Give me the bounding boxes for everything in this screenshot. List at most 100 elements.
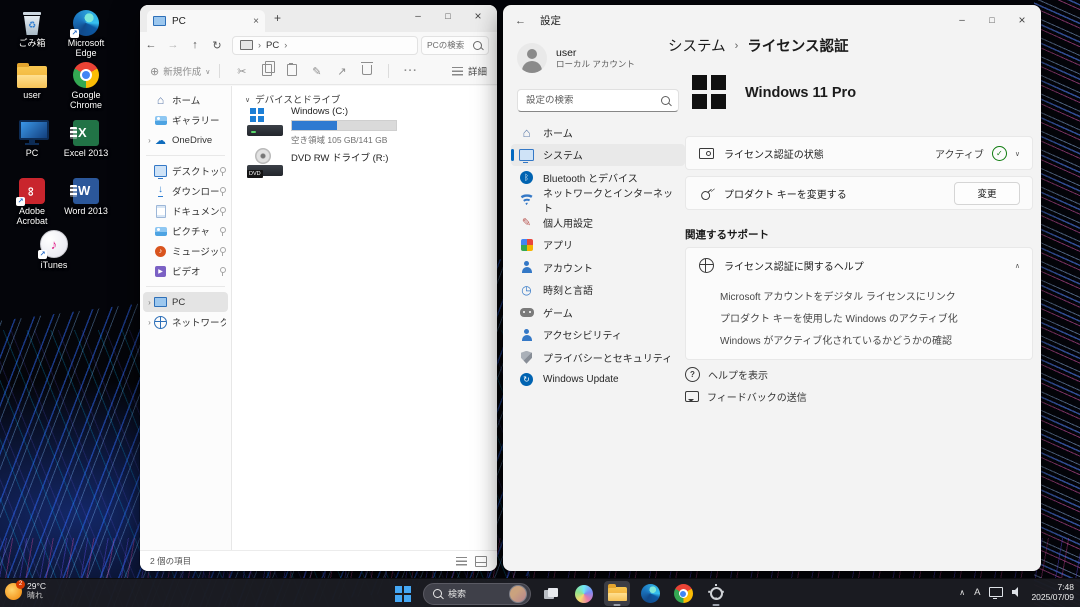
explorer-search-box[interactable] xyxy=(421,36,489,55)
edge-taskbar-button[interactable] xyxy=(637,581,663,606)
copy-button[interactable] xyxy=(254,64,279,79)
nav-item-personalization[interactable]: 個人用設定 xyxy=(511,211,685,234)
sidebar-item-downloads[interactable]: ダウンロード xyxy=(143,181,228,201)
paste-button[interactable] xyxy=(279,64,304,79)
back-button[interactable] xyxy=(515,15,526,27)
nav-item-accounts[interactable]: アカウント xyxy=(511,256,685,279)
nav-item-time-language[interactable]: 時刻と言語 xyxy=(511,279,685,302)
nav-item-home[interactable]: ホーム xyxy=(511,121,685,144)
minimize-button[interactable] xyxy=(947,9,977,31)
close-button[interactable] xyxy=(463,5,493,27)
explorer-search-input[interactable] xyxy=(427,40,473,50)
chevron-up-icon[interactable] xyxy=(1015,261,1020,270)
sidebar-item-home[interactable]: ホーム xyxy=(143,90,228,110)
breadcrumb[interactable]: PC xyxy=(232,36,418,55)
desktop-icon-itunes[interactable]: ♪ iTunes xyxy=(28,228,80,270)
sidebar-item-videos[interactable]: ビデオ xyxy=(143,261,228,281)
expand-chevron-icon[interactable] xyxy=(145,136,154,145)
taskbar-clock[interactable]: 7:48 2025/07/09 xyxy=(1031,582,1074,602)
breadcrumb-segment[interactable]: PC xyxy=(266,40,279,51)
start-button[interactable] xyxy=(390,581,416,606)
new-tab-button[interactable] xyxy=(274,11,281,25)
back-button[interactable] xyxy=(140,39,162,51)
dvd-drive-item[interactable]: DVD RW ドライブ (R:) xyxy=(291,150,388,164)
desktop-icon-user-folder[interactable]: user xyxy=(6,58,58,100)
change-product-key-button[interactable]: 変更 xyxy=(954,182,1020,205)
send-feedback-link[interactable]: フィードバックの送信 xyxy=(685,389,807,404)
share-button[interactable] xyxy=(329,65,354,78)
desktop-icon-chrome[interactable]: Google Chrome xyxy=(60,58,112,110)
expand-chevron-icon[interactable] xyxy=(145,318,154,327)
nav-item-privacy-security[interactable]: プライバシーとセキュリティ xyxy=(511,346,685,369)
chrome-taskbar-button[interactable] xyxy=(670,581,696,606)
thumbnail-view-toggle[interactable] xyxy=(475,556,487,567)
list-view-toggle[interactable] xyxy=(456,557,467,566)
nav-item-accessibility[interactable]: アクセシビリティ xyxy=(511,324,685,347)
desktop-icon-excel[interactable]: X Excel 2013 xyxy=(60,116,112,158)
maximize-button[interactable] xyxy=(977,9,1007,31)
hidden-icons-chevron[interactable] xyxy=(959,588,965,597)
breadcrumb-system[interactable]: システム xyxy=(668,35,726,56)
nav-item-apps[interactable]: アプリ xyxy=(511,234,685,257)
settings-taskbar-button[interactable] xyxy=(703,581,729,606)
user-account-block[interactable]: user ローカル アカウント xyxy=(517,43,635,73)
settings-search-box[interactable] xyxy=(517,89,679,112)
taskbar-weather-widget[interactable]: 2 29°C 晴れ xyxy=(5,582,46,600)
get-help-link[interactable]: ヘルプを表示 xyxy=(685,367,768,382)
help-link-check-activation[interactable]: Windows がアクティブ化されているかどうかの確認 xyxy=(720,332,1020,347)
up-button[interactable] xyxy=(184,39,206,51)
update-icon xyxy=(519,372,534,387)
desktop-icon-acrobat[interactable]: ∞ Adobe Acrobat xyxy=(6,174,58,226)
nav-item-gaming[interactable]: ゲーム xyxy=(511,301,685,324)
pin-icon xyxy=(219,187,226,196)
desktop-icon-pc[interactable]: PC xyxy=(6,116,58,158)
ime-indicator[interactable]: A xyxy=(974,587,980,598)
desktop-icon-word[interactable]: W Word 2013 xyxy=(60,174,112,216)
help-link-product-key-activation[interactable]: プロダクト キーを使用した Windows のアクティブ化 xyxy=(720,310,1020,325)
view-details-button[interactable]: 詳細 xyxy=(452,64,487,78)
new-item-button[interactable]: 新規作成 xyxy=(150,64,210,78)
sidebar-item-network[interactable]: ネットワーク xyxy=(143,312,228,332)
more-options-button[interactable] xyxy=(398,65,423,77)
sidebar-item-pc[interactable]: PC xyxy=(143,292,228,312)
home-icon xyxy=(519,125,534,140)
task-view-button[interactable] xyxy=(538,581,564,606)
sidebar-item-desktop[interactable]: デスクトップ xyxy=(143,161,228,181)
file-explorer-taskbar-button[interactable] xyxy=(604,581,630,606)
desktop-icon-edge[interactable]: Microsoft Edge xyxy=(60,6,112,58)
forward-button[interactable] xyxy=(162,39,184,51)
chevron-down-icon[interactable] xyxy=(1015,149,1020,158)
maximize-button[interactable] xyxy=(433,5,463,27)
rename-button[interactable] xyxy=(304,65,329,78)
taskbar-search[interactable]: 検索 xyxy=(423,583,531,605)
sidebar-item-pictures[interactable]: ピクチャ xyxy=(143,221,228,241)
expand-chevron-icon[interactable] xyxy=(145,298,154,307)
sidebar-item-gallery[interactable]: ギャラリー xyxy=(143,110,228,130)
sidebar-item-onedrive[interactable]: OneDrive xyxy=(143,130,228,150)
sidebar-item-documents[interactable]: ドキュメント xyxy=(143,201,228,221)
delete-button[interactable] xyxy=(354,65,379,78)
settings-search-input[interactable] xyxy=(526,95,661,106)
help-link-digital-license[interactable]: Microsoft アカウントをデジタル ライセンスにリンク xyxy=(720,288,1020,303)
tab-close-icon[interactable] xyxy=(253,16,259,27)
nav-item-network-internet[interactable]: ネットワークとインターネット xyxy=(511,189,685,212)
close-button[interactable] xyxy=(1007,9,1037,31)
collapse-chevron-icon[interactable] xyxy=(245,94,250,105)
sidebar-item-music[interactable]: ミュージック xyxy=(143,241,228,261)
drive-c-item[interactable]: Windows (C:) 空き領域 105 GB/141 GB xyxy=(291,106,397,146)
copilot-button[interactable] xyxy=(571,581,597,606)
speaker-icon[interactable] xyxy=(1012,587,1022,597)
explorer-tab-pc[interactable]: PC xyxy=(147,10,265,32)
nav-item-system[interactable]: システム xyxy=(511,144,685,167)
pin-icon xyxy=(219,207,226,216)
desktop-icon-recycle-bin[interactable]: ♻ ごみ箱 xyxy=(6,6,58,48)
activation-state-row[interactable]: ライセンス認証の状態 アクティブ xyxy=(685,136,1033,170)
shield-icon xyxy=(519,350,534,365)
refresh-button[interactable] xyxy=(206,39,228,52)
network-icon[interactable] xyxy=(989,587,1003,597)
group-header-devices-drives[interactable]: デバイスとドライブ xyxy=(245,92,340,106)
nav-item-windows-update[interactable]: Windows Update xyxy=(511,369,685,392)
minimize-button[interactable] xyxy=(403,5,433,27)
activation-help-header[interactable]: ライセンス認証に関するヘルプ xyxy=(686,248,1032,282)
cut-button[interactable] xyxy=(229,65,254,78)
